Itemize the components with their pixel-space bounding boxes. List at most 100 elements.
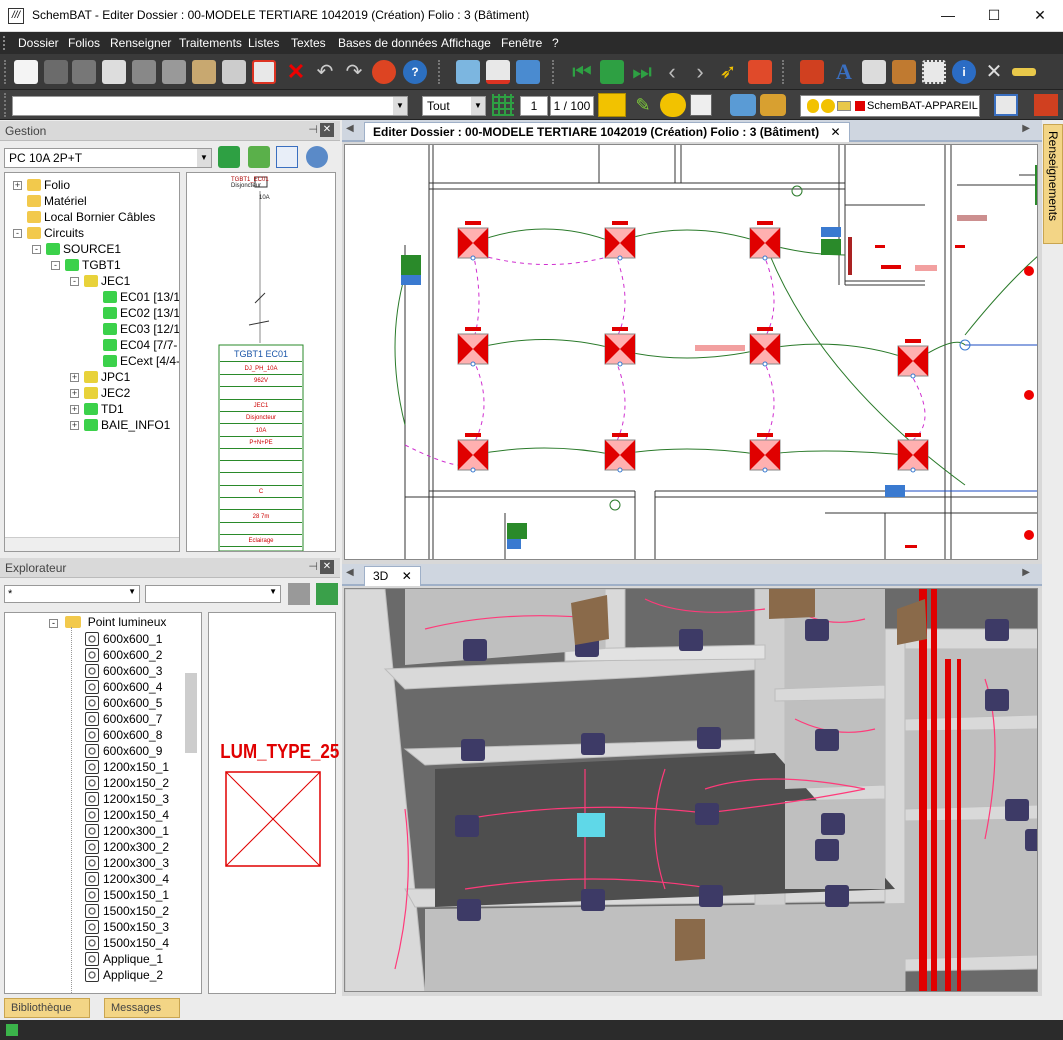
menu-bases-de-donnees[interactable]: Bases de données [338,36,437,50]
close-icon[interactable]: ✕ [402,569,412,583]
select-area-icon[interactable] [922,60,946,84]
close-icon[interactable]: ✕ [320,123,334,137]
image-icon[interactable] [456,60,480,84]
explorer-category-combo[interactable]: ▼ [145,585,281,603]
delete-icon[interactable]: ✕ [284,60,308,84]
library-item[interactable]: 1500x150_2 [85,903,169,919]
library-item[interactable]: 1200x150_2 [85,775,169,791]
tree-item[interactable]: EC02 [13/1 [103,305,179,321]
library-item[interactable]: Applique_2 [85,967,163,983]
exit-icon[interactable] [1034,94,1058,116]
tree-item[interactable]: EC03 [12/1 [103,321,179,337]
library-item[interactable]: 1200x300_2 [85,839,169,855]
pencil-icon[interactable]: ✎ [632,94,654,116]
expand-icon[interactable]: + [70,373,79,382]
collapse-icon[interactable]: - [13,229,22,238]
luminaire-symbol[interactable] [457,433,489,473]
undo-icon[interactable]: ↶ [313,60,337,84]
library-item[interactable]: 1500x150_4 [85,935,169,951]
collapse-icon[interactable]: - [51,261,60,270]
luminaire-3d[interactable] [825,885,849,907]
menu-traitements[interactable]: Traitements [179,36,242,50]
grid-icon[interactable] [492,94,514,116]
scrollbar-thumb[interactable] [185,673,197,753]
close-icon[interactable]: ✕ [320,560,334,574]
settings-icon[interactable] [306,146,328,168]
library-item[interactable]: 600x600_4 [85,679,162,695]
toolbar-grip[interactable] [4,93,8,117]
tree-item[interactable]: Folio [27,177,70,193]
chevron-down-icon[interactable]: ▼ [393,97,407,115]
luminaire-symbol[interactable] [749,433,781,473]
lightbulb-icon[interactable] [660,93,686,117]
3d-viewport[interactable] [344,588,1038,992]
expand-icon[interactable]: + [70,405,79,414]
refresh-layers-icon[interactable] [760,94,786,116]
tree-item[interactable]: JEC1 [84,273,130,289]
library-item[interactable]: 1200x300_3 [85,855,169,871]
pointer-icon[interactable]: ➶ [716,60,740,84]
renseignements-side-tab[interactable]: Renseignements [1043,124,1063,244]
luminaire-3d[interactable] [821,813,845,835]
menu-renseigner[interactable]: Renseigner [110,36,171,50]
library-item[interactable]: 1200x150_1 [85,759,169,775]
library-item[interactable]: 600x600_5 [85,695,162,711]
cross-tool-icon[interactable]: ✕ [982,60,1006,84]
chevron-down-icon[interactable]: ▼ [269,587,277,596]
tab-scroll-right-icon[interactable]: ▶ [1022,123,1030,134]
tree-item[interactable]: SOURCE1 [46,241,121,257]
sort-icon[interactable] [288,583,310,605]
luminaire-3d[interactable] [697,727,721,749]
filter-combo[interactable]: Tout ▼ [422,96,486,116]
text-icon[interactable]: A [832,60,856,84]
pin-icon[interactable]: ⊣ [308,560,318,573]
luminaire-symbol[interactable] [604,327,636,367]
chevron-down-icon[interactable]: ▼ [128,587,136,596]
luminaire-3d[interactable] [457,899,481,921]
library-item[interactable]: 600x600_2 [85,647,162,663]
tree-item[interactable]: TD1 [84,401,124,417]
folio-list-icon[interactable] [600,60,624,84]
luminaire-symbol[interactable] [457,327,489,367]
luminaire-symbol[interactable] [897,339,929,379]
new-document-icon[interactable] [14,60,38,84]
chevron-down-icon[interactable]: ▼ [197,149,211,167]
print-icon[interactable] [222,60,246,84]
library-item[interactable]: 600x600_8 [85,727,162,743]
luminaire-3d[interactable] [455,815,479,837]
circuit-combo[interactable]: PC 10A 2P+T ▼ [4,148,212,168]
luminaire-3d[interactable] [815,729,839,751]
tab-scroll-right-icon[interactable]: ▶ [1022,567,1030,578]
next-icon[interactable]: › [688,60,712,84]
previous-icon[interactable]: ‹ [660,60,684,84]
tree-item[interactable]: ECext [4/4- [103,353,179,369]
library-item[interactable]: 1200x150_4 [85,807,169,823]
tree-item[interactable]: EC04 [7/7- [103,337,177,353]
luminaire-3d[interactable] [463,639,487,661]
tools-icon[interactable] [748,60,772,84]
tree-item[interactable]: JPC1 [84,369,130,385]
luminaire-3d[interactable] [461,739,485,761]
edit-icon[interactable] [102,60,126,84]
tab-plan[interactable]: Editer Dossier : 00-MODELE TERTIARE 1042… [364,122,850,142]
luminaire-3d[interactable] [985,689,1009,711]
refresh-circuit-icon[interactable] [248,146,270,168]
luminaire-3d[interactable] [1005,799,1029,821]
library-item[interactable]: 1500x150_1 [85,887,169,903]
table-view-icon[interactable] [276,146,298,168]
explorer-filter-combo[interactable]: * ▼ [4,585,140,603]
luminaire-3d[interactable] [805,619,829,641]
help-icon[interactable]: ? [403,60,427,84]
library-item[interactable]: Applique_1 [85,951,163,967]
tab-messages[interactable]: Messages [104,998,180,1018]
pdf-icon[interactable] [252,60,276,84]
menu-help[interactable]: ? [552,36,559,50]
circuit-tree[interactable]: + Folio Matériel Local Bornier Câbles - Circu… [4,172,180,552]
library-item[interactable]: 1200x150_3 [85,791,169,807]
minimize-button[interactable]: — [925,0,971,31]
tree-item[interactable]: Matériel [27,193,87,209]
folder-item[interactable]: - Point lumineux [49,615,166,629]
cut-icon[interactable] [132,60,156,84]
tree-item[interactable]: Local Bornier Câbles [27,209,155,225]
tab-3d[interactable]: 3D ✕ [364,566,421,586]
